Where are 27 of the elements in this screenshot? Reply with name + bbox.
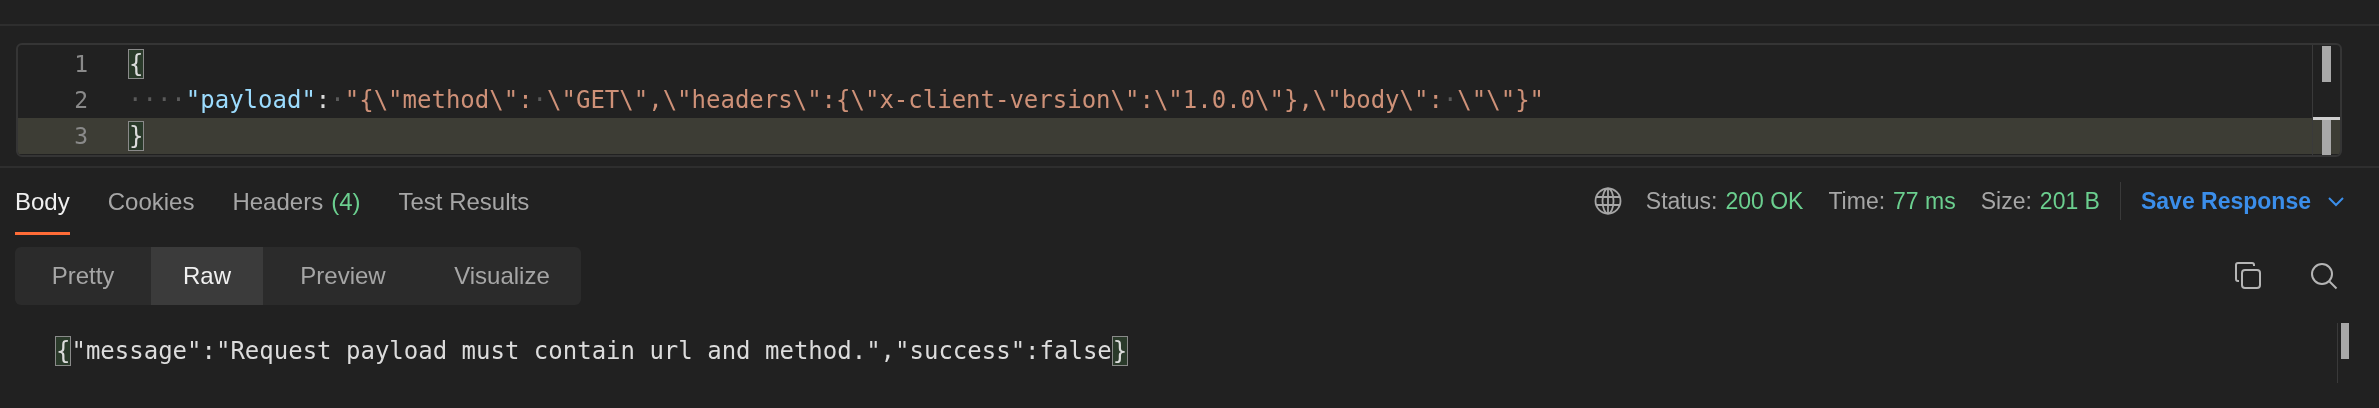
scrollbar[interactable] [2312,45,2340,155]
search-icon[interactable] [2309,261,2339,291]
globe-icon[interactable] [1593,187,1622,215]
meta-value: 201 B [2039,186,2100,216]
meta-label: Size: [1980,186,2032,216]
view-mode-tab[interactable]: Preview [263,247,423,305]
response-tab[interactable]: Body [15,184,70,235]
view-mode-tab[interactable]: Raw [151,247,263,305]
line-number: 2 [73,85,88,115]
meta-label: Status: [1645,186,1718,216]
save-response-button[interactable]: Save Response [2140,183,2311,219]
code-line: ····"payload":·"{\"method\":·\"GET\",\"headers\":{\"x-client-version\":\"1.0.0\"},\"body\":·\"\"}" [128,85,1545,116]
view-mode-tab[interactable]: Pretty [15,247,151,305]
meta-value: 200 OK [1725,186,1804,216]
code-editor[interactable]: 1 { 2 ····"payload":·"{\"method\":·\"GET\",\"headers\":{\"x-client-version\":\"1.0.0\"},\"body\":·\"\"}" 3 } [16,43,2342,157]
response-tab[interactable]: Test Results [398,184,530,235]
response-tab[interactable]: Headers (4) [232,184,361,235]
line-number: 1 [73,49,88,79]
meta-label: Time: [1828,186,1886,216]
response-tab[interactable]: Cookies [107,184,195,235]
view-mode-tab[interactable]: Visualize [423,247,581,305]
chevron-down-icon[interactable] [2327,195,2345,207]
line-number: 3 [73,121,88,151]
copy-icon[interactable] [2233,261,2263,291]
response-body-text: {"message":"Request payload must contain url and method.","success":false} [55,335,1129,367]
meta-value: 77 ms [1893,186,1956,216]
scrollbar[interactable] [2337,323,2349,383]
